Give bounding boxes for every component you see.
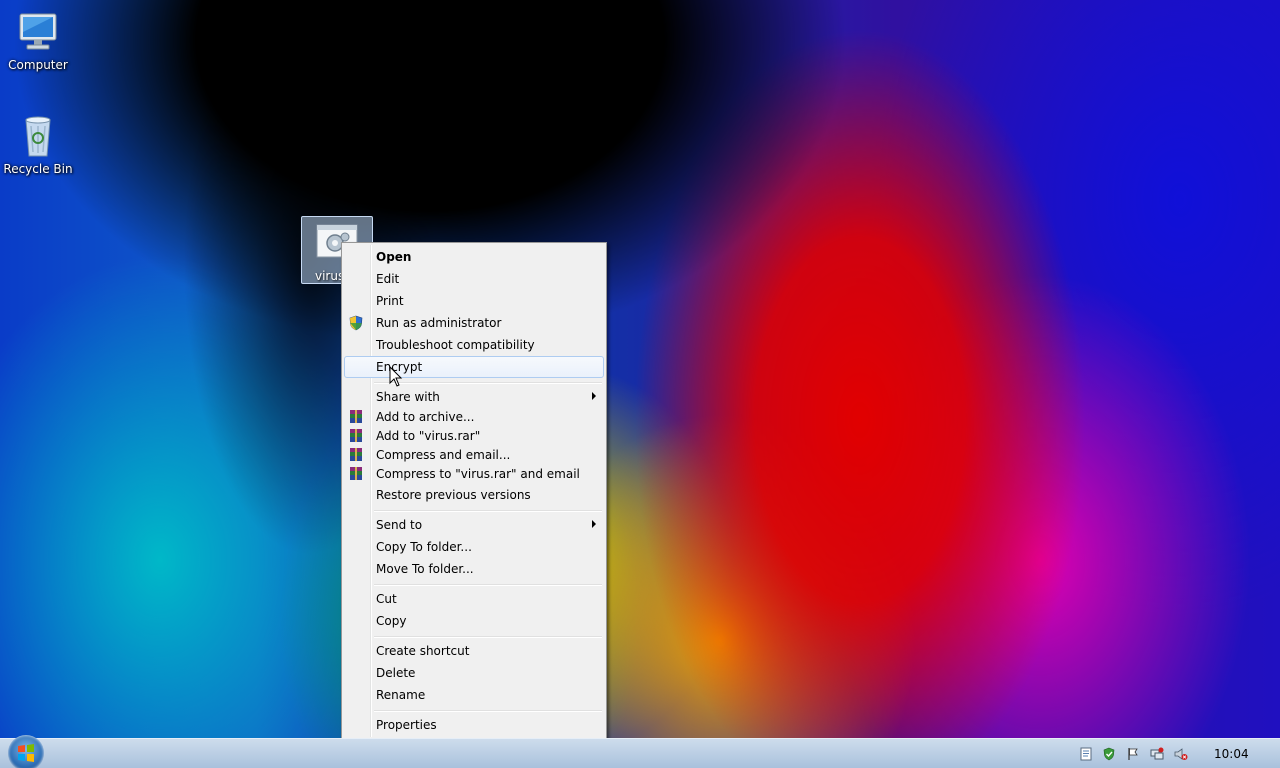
- menu-item-move-to-folder[interactable]: Move To folder...: [344, 558, 604, 580]
- menu-item-label: Share with: [376, 390, 440, 404]
- menu-item-label: Compress to "virus.rar" and email: [376, 467, 580, 481]
- submenu-arrow-icon: [592, 520, 596, 528]
- menu-item-label: Edit: [376, 272, 400, 286]
- menu-separator: [374, 710, 602, 712]
- context-menu: Open Edit Print Run as administrator Tro…: [341, 242, 607, 740]
- menu-item-cut[interactable]: Cut: [344, 588, 604, 610]
- security-shield-icon[interactable]: [1102, 747, 1116, 761]
- menu-item-compress-to-virus-rar-and-email[interactable]: Compress to "virus.rar" and email: [344, 464, 604, 483]
- menu-item-restore-previous-versions[interactable]: Restore previous versions: [344, 484, 604, 506]
- menu-separator: [374, 636, 602, 638]
- menu-item-troubleshoot-compatibility[interactable]: Troubleshoot compatibility: [344, 334, 604, 356]
- document-icon[interactable]: [1079, 747, 1093, 761]
- menu-item-label: Run as administrator: [376, 316, 502, 330]
- desktop-icon-label: Computer: [8, 58, 68, 72]
- desktop-icon-recycle-bin[interactable]: Recycle Bin: [0, 112, 76, 176]
- menu-item-compress-and-email[interactable]: Compress and email...: [344, 445, 604, 464]
- menu-item-properties[interactable]: Properties: [344, 714, 604, 736]
- menu-item-label: Create shortcut: [376, 644, 470, 658]
- menu-item-label: Restore previous versions: [376, 488, 531, 502]
- menu-item-label: Properties: [376, 718, 437, 732]
- desktop-file-label: virus: [315, 269, 345, 283]
- menu-item-label: Copy: [376, 614, 407, 628]
- menu-separator: [374, 584, 602, 586]
- menu-item-label: Copy To folder...: [376, 540, 472, 554]
- network-icon[interactable]: [1150, 747, 1164, 761]
- menu-item-open[interactable]: Open: [344, 246, 604, 268]
- start-button[interactable]: [8, 735, 44, 768]
- menu-item-label: Add to "virus.rar": [376, 429, 481, 443]
- menu-item-label: Troubleshoot compatibility: [376, 338, 535, 352]
- menu-item-label: Rename: [376, 688, 426, 702]
- menu-item-label: Compress and email...: [376, 448, 511, 462]
- action-center-flag-icon[interactable]: [1126, 747, 1140, 761]
- menu-item-edit[interactable]: Edit: [344, 268, 604, 290]
- winrar-icon: [350, 448, 362, 461]
- submenu-arrow-icon: [592, 392, 596, 400]
- menu-item-delete[interactable]: Delete: [344, 662, 604, 684]
- menu-item-add-to-archive[interactable]: Add to archive...: [344, 407, 604, 426]
- menu-item-share-with[interactable]: Share with: [344, 386, 604, 408]
- menu-item-label: Open: [376, 250, 412, 264]
- menu-item-label: Cut: [376, 592, 397, 606]
- menu-item-encrypt[interactable]: Encrypt: [344, 356, 604, 378]
- winrar-icon: [350, 467, 362, 480]
- computer-icon: [19, 13, 57, 50]
- winrar-icon: [350, 410, 362, 423]
- volume-muted-icon[interactable]: [1174, 747, 1188, 761]
- desktop-icon-label: Recycle Bin: [3, 162, 73, 176]
- menu-item-label: Add to archive...: [376, 410, 475, 424]
- menu-item-label: Move To folder...: [376, 562, 474, 576]
- menu-item-label: Print: [376, 294, 404, 308]
- taskbar: 10:04: [0, 735, 1280, 768]
- menu-separator: [374, 510, 602, 512]
- windows-start-orb-icon: [18, 744, 34, 762]
- menu-item-send-to[interactable]: Send to: [344, 514, 604, 536]
- taskbar-clock[interactable]: 10:04: [1214, 747, 1249, 761]
- menu-item-label: Send to: [376, 518, 423, 532]
- menu-item-add-to-virus-rar[interactable]: Add to "virus.rar": [344, 426, 604, 445]
- menu-item-rename[interactable]: Rename: [344, 684, 604, 706]
- menu-item-run-as-administrator[interactable]: Run as administrator: [344, 312, 604, 334]
- menu-item-copy-to-folder[interactable]: Copy To folder...: [344, 536, 604, 558]
- uac-shield-icon: [349, 315, 363, 331]
- menu-separator: [374, 382, 602, 384]
- mouse-cursor-icon: [389, 366, 403, 387]
- winrar-icon: [350, 429, 362, 442]
- menu-item-create-shortcut[interactable]: Create shortcut: [344, 640, 604, 662]
- menu-item-label: Delete: [376, 666, 416, 680]
- menu-item-copy[interactable]: Copy: [344, 610, 604, 632]
- desktop-icon-computer[interactable]: Computer: [0, 8, 76, 72]
- menu-item-print[interactable]: Print: [344, 290, 604, 312]
- recycle-bin-icon: [25, 116, 51, 157]
